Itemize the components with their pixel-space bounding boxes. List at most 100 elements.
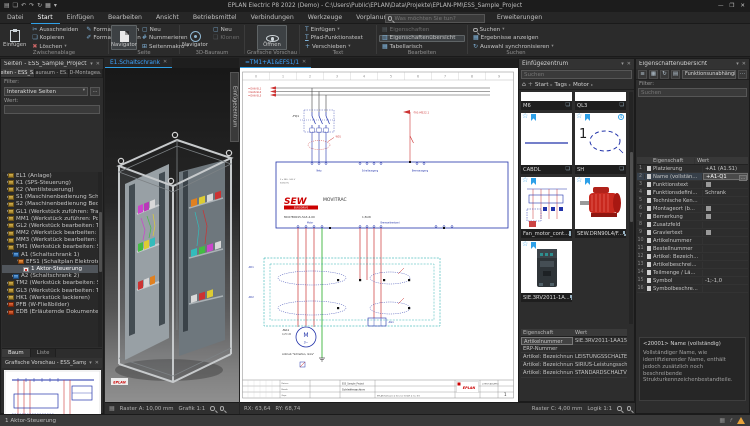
schematic-canvas[interactable]: 01 23 45 67 89 =GA6-SL1 =GA6-SL2 =GA6-SL… [240,68,518,402]
property-row[interactable]: 2 Name (vollstän... +A1-Q1 … [637,173,748,181]
tree-item[interactable]: A2 (Schaltschrank 2) [2,273,102,280]
tile[interactable]: Fan_motor_cont... [521,177,572,238]
grid-icon[interactable] [109,406,115,412]
tree-twisty-icon[interactable] [2,288,7,293]
property-row[interactable]: 9 Graviertext … [637,229,748,237]
space3d-clone-button[interactable]: Klonen [210,35,243,43]
zoom-window-icon[interactable] [627,406,632,411]
breadcrumb-item[interactable]: Motor [573,82,589,88]
ribbon-tab[interactable]: Ansicht [149,12,186,24]
tree-twisty-icon[interactable] [2,310,7,315]
tile[interactable]: 4 1 SH [575,113,626,174]
property-row[interactable]: 5 Technische Ken... … [637,197,748,205]
list-button[interactable]: ▤ [671,70,680,79]
tile[interactable]: QL3 [575,92,626,110]
close-icon[interactable] [742,62,746,67]
filter-more-button[interactable] [90,87,100,96]
tree-item[interactable]: HK1 (Werkstück lackieren) [2,294,102,301]
tell-me-search[interactable] [385,14,485,23]
property-row[interactable]: 8 Zusatzfeld … [637,221,748,229]
view-tab[interactable]: Liste [31,349,57,357]
part-info-row[interactable]: Artikelnummer SIE.3RV2011-1AA15 [521,337,627,345]
tree-twisty-icon[interactable] [2,231,7,236]
properties-search[interactable] [638,88,747,97]
path-function-text-button[interactable]: Pfad-Funktionstext [302,35,374,43]
tree-item[interactable]: GL1 (Werkstück zuführen: Transp... [2,208,102,215]
tree-item[interactable]: S2 (Maschinenbedienung Bedien... [2,201,102,208]
part-info-row[interactable]: ERP-Nummer [521,345,627,353]
space3d-navigator-button[interactable]: Navigator [182,25,208,50]
space3d-new-button[interactable]: Neu [210,26,243,34]
tree-twisty-icon[interactable] [2,302,7,307]
chevron-down-icon[interactable] [89,361,92,366]
panel-tab[interactable]: 3D-Montagea... [69,69,103,77]
paste-button[interactable]: Einfügen [2,25,27,50]
property-row[interactable]: 11 Bestellnummer … [637,245,748,253]
close-icon[interactable] [96,62,100,67]
part-info-row[interactable]: Artikel: Bezeichnung 3 STANDARDSCHALTVER… [521,370,627,378]
viewer3d-viewport[interactable]: EPLAN [105,68,239,402]
tree-item[interactable]: A1 (Schaltschrank 1) [2,251,102,258]
close-button[interactable]: ✕ [740,3,745,9]
property-row[interactable]: 4 Funktionsdefini... Schrank … [637,189,748,197]
refresh-button[interactable]: ↻ [660,70,669,79]
editor-tab[interactable]: =TM1+A1&EFS1/1 [240,58,311,68]
more-button[interactable] [738,70,747,79]
tree-twisty-icon[interactable] [2,223,7,228]
grid-toggle-icon[interactable] [719,418,725,424]
page-navigator-button[interactable]: Navigator [111,25,137,50]
redo-icon[interactable] [29,3,34,9]
tree-item[interactable]: EDB (Erläuternde Dokumente) [2,309,102,316]
tree-item[interactable]: S1 (Maschinenbedienung Schalta... [2,194,102,201]
property-row[interactable]: 1 Platzierung +A1 (A1.S1) … [637,165,748,173]
favorite-icon[interactable] [522,177,528,184]
ribbon-tab[interactable]: Verbindungen [244,12,301,24]
tree-item[interactable]: MM3 (Werkstück bearbeiten: Posit... [2,237,102,244]
tile[interactable]: M6 [521,92,572,110]
sort-button[interactable]: ≡ [638,70,647,79]
home-icon[interactable] [522,82,526,88]
property-row[interactable]: 6 Montageort (b... … [637,205,748,213]
filter-dropdown[interactable]: Interaktive Seiten [4,87,88,96]
tree-twisty-icon[interactable] [2,281,7,286]
close-icon[interactable] [95,361,99,366]
chevron-down-icon[interactable] [621,62,624,67]
zoom-window-icon[interactable] [220,406,225,411]
tree-twisty-icon[interactable] [2,245,7,250]
tree-item[interactable]: PFB (W-Fließbilder) [2,301,102,308]
tree-twisty-icon[interactable] [2,295,7,300]
property-row[interactable]: 3 Funktionstext … [637,181,748,189]
breadcrumb-item[interactable]: Start [535,82,549,88]
tree-twisty-icon[interactable] [2,252,12,257]
properties-button[interactable]: Eigenschaften [379,26,465,34]
tree-twisty-icon[interactable] [2,202,7,207]
tree-twisty-icon[interactable] [2,274,12,279]
ribbon-tab[interactable]: Start [31,12,60,24]
breadcrumb-item[interactable]: Tags [555,82,567,88]
qat-dropdown-icon[interactable] [54,3,57,9]
tree-scrollbar[interactable] [98,172,102,347]
tiles-scrollbar[interactable] [629,92,633,324]
tree-item[interactable]: K2 (Ventilsteuerung) [2,186,102,193]
ribbon-tab[interactable]: Erweiterungen [490,12,549,24]
bookmark-icon[interactable] [531,178,536,185]
maximize-button[interactable]: ❐ [729,3,734,9]
property-row[interactable]: 14 Teilmenge / Lä... … [637,269,748,277]
undo-icon[interactable] [21,3,26,9]
ribbon-tab[interactable]: Betriebsmittel [186,12,244,24]
tree-item[interactable]: TM1 (Werkstück bearbeiten: Schle... [2,244,102,251]
ribbon-tab[interactable]: Werkzeuge [301,12,349,24]
tree-item[interactable]: MM1 (Werkstück zuführen: Positio... [2,215,102,222]
view-tab[interactable]: Baum [2,349,31,357]
tile[interactable]: CABDL [521,113,572,174]
close-icon[interactable] [627,62,631,67]
tell-me-input[interactable] [394,16,482,22]
property-row[interactable]: 16 Symbolbeschre... … [637,285,748,293]
tree-item[interactable]: GL2 (Werkstück bearbeiten: Trans... [2,222,102,229]
property-row[interactable]: 15 Symbol -1;-1,0 … [637,277,748,285]
tree-twisty-icon[interactable] [2,173,7,178]
value-input[interactable] [4,105,100,114]
tree-item[interactable]: K1 (SPS-Steuerung) [2,179,102,186]
new-page-icon[interactable] [4,3,10,9]
tile[interactable]: SIE.3RV2011-1A... [521,241,572,302]
